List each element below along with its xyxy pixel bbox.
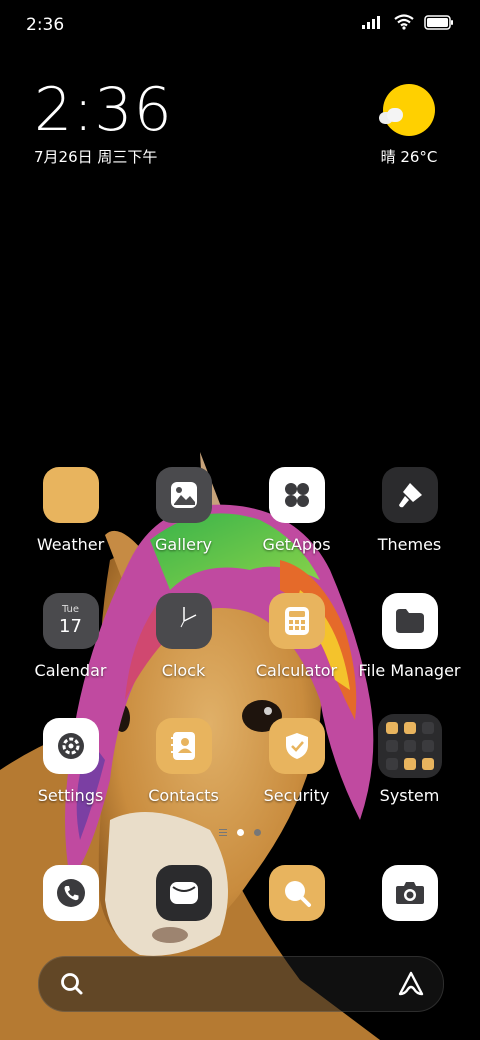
app-themes[interactable]: Themes [353, 467, 466, 554]
signal-icon [362, 16, 380, 29]
app-label: Contacts [148, 786, 219, 805]
calendar-day-name: Tue [61, 604, 80, 615]
app-label: Calculator [255, 661, 338, 680]
system-folder-icon [377, 714, 442, 778]
app-gallery[interactable]: Gallery [127, 467, 240, 554]
page-dot [254, 829, 261, 836]
status-time: 2:36 [26, 15, 65, 35]
widget-date: 7月26日 周三下午 [34, 148, 158, 166]
search-icon [61, 973, 83, 995]
calendar-day-number: 17 [59, 616, 82, 637]
calculator-icon [268, 593, 325, 649]
gallery-icon [155, 467, 212, 523]
clock-icon [155, 593, 212, 649]
widget-time: 2:36 [34, 75, 173, 145]
message-icon [155, 865, 212, 921]
gear-icon [42, 718, 99, 774]
weather-icon [42, 467, 99, 523]
camera-icon [381, 865, 438, 921]
app-label: Calendar [34, 661, 107, 680]
search-bar[interactable] [38, 956, 444, 1012]
app-label: System [379, 786, 440, 805]
weather-condition-temp: 晴 26°C [380, 148, 438, 166]
app-label: Settings [37, 786, 104, 805]
app-calculator[interactable]: Calculator [240, 593, 353, 680]
app-clock[interactable]: Clock [127, 593, 240, 680]
assistant-icon[interactable] [397, 970, 425, 998]
sunny-weather-icon [379, 84, 435, 136]
shield-check-icon [268, 718, 325, 774]
dock-browser[interactable] [240, 865, 353, 921]
app-label: File Manager [358, 661, 461, 680]
status-bar: 2:36 [0, 0, 480, 52]
weather-widget[interactable]: 晴 26°C [374, 84, 444, 167]
contacts-icon [155, 718, 212, 774]
getapps-icon [268, 467, 325, 523]
browser-search-icon [268, 865, 325, 921]
app-system-folder[interactable]: System [353, 714, 466, 805]
app-weather[interactable]: Weather [14, 467, 127, 554]
calendar-icon: Tue 17 [42, 593, 99, 649]
app-file-manager[interactable]: File Manager [353, 593, 466, 680]
battery-icon [424, 14, 453, 30]
folder-icon [381, 593, 438, 649]
page-indicator[interactable] [0, 829, 480, 836]
page-dot-active [237, 829, 244, 836]
app-label: Weather [36, 535, 105, 554]
app-getapps[interactable]: GetApps [240, 467, 353, 554]
app-label: GetApps [262, 535, 331, 554]
app-settings[interactable]: Settings [14, 718, 127, 805]
dock-phone[interactable] [14, 865, 127, 921]
app-calendar[interactable]: Tue 17 Calendar [14, 593, 127, 680]
clock-widget[interactable]: 2:36 7月26日 周三下午 [34, 80, 173, 167]
status-icons [362, 14, 454, 30]
app-label: Gallery [155, 535, 212, 554]
themes-brush-icon [381, 467, 438, 523]
wifi-icon [394, 14, 414, 30]
app-label: Security [263, 786, 330, 805]
app-security[interactable]: Security [240, 718, 353, 805]
feed-page-indicator-icon [219, 829, 227, 836]
app-label: Clock [161, 661, 206, 680]
app-label: Themes [377, 535, 442, 554]
dock-camera[interactable] [353, 865, 466, 921]
dock-messages[interactable] [127, 865, 240, 921]
phone-icon [42, 865, 99, 921]
app-contacts[interactable]: Contacts [127, 718, 240, 805]
